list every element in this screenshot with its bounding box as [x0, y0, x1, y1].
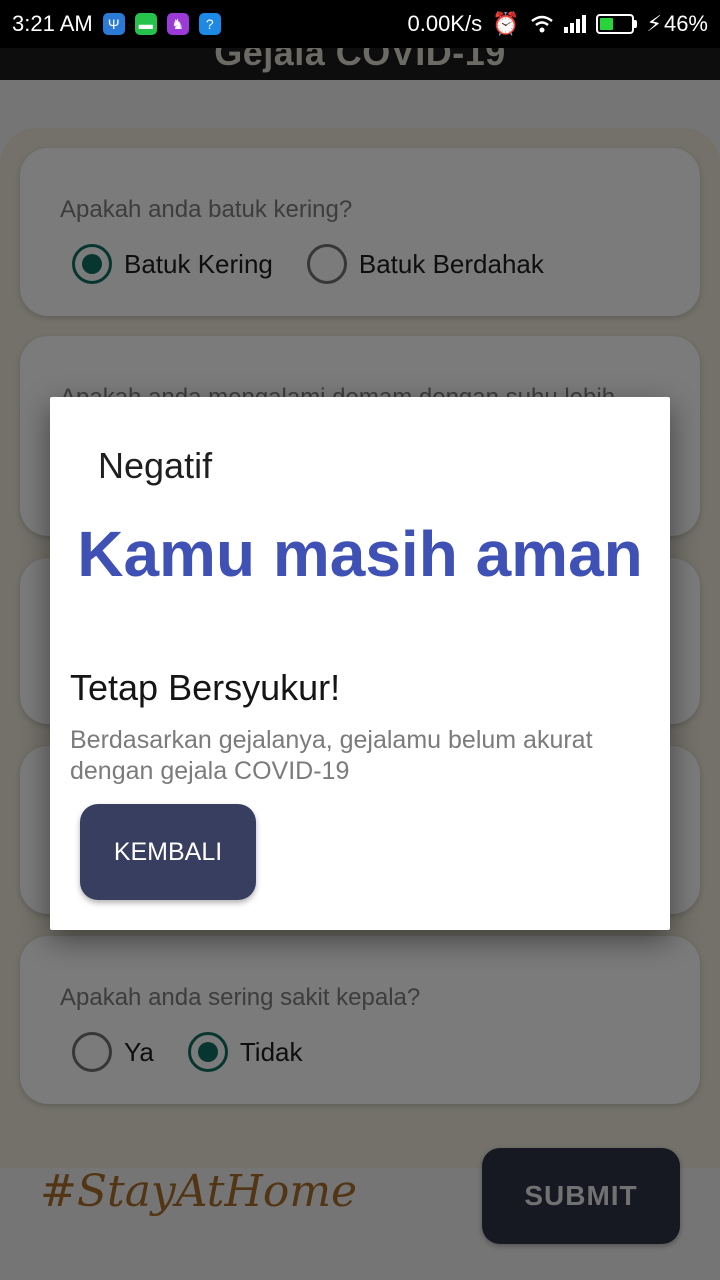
message-icon: ▬	[134, 13, 157, 35]
dialog-title: Negatif	[98, 445, 213, 486]
store-icon: ?	[198, 13, 221, 35]
usb-icon: Ψ	[102, 13, 125, 35]
alarm-icon: ⏰	[492, 11, 520, 36]
battery-percent: 46%	[663, 11, 708, 36]
status-bar: 3:21 AM Ψ ▬ ♞ ? 0.00K/s ⏰ ⚡ 46%	[0, 0, 720, 48]
dialog-message: Berdasarkan gejalanya, gejalamu belum ak…	[70, 726, 593, 785]
result-dialog: Negatif Kamu masih aman Tetap Bersyukur!…	[50, 397, 670, 930]
status-time: 3:21 AM	[12, 11, 93, 36]
dialog-headline: Kamu masih aman	[77, 518, 643, 590]
dialog-subtitle: Tetap Bersyukur!	[70, 667, 341, 708]
charging-icon: ⚡	[646, 11, 662, 36]
wifi-icon	[530, 15, 553, 33]
signal-icon	[563, 15, 586, 33]
net-speed: 0.00K/s	[407, 11, 483, 36]
game-icon: ♞	[166, 13, 189, 35]
battery-icon	[595, 14, 637, 34]
back-button[interactable]: KEMBALI	[80, 804, 256, 900]
